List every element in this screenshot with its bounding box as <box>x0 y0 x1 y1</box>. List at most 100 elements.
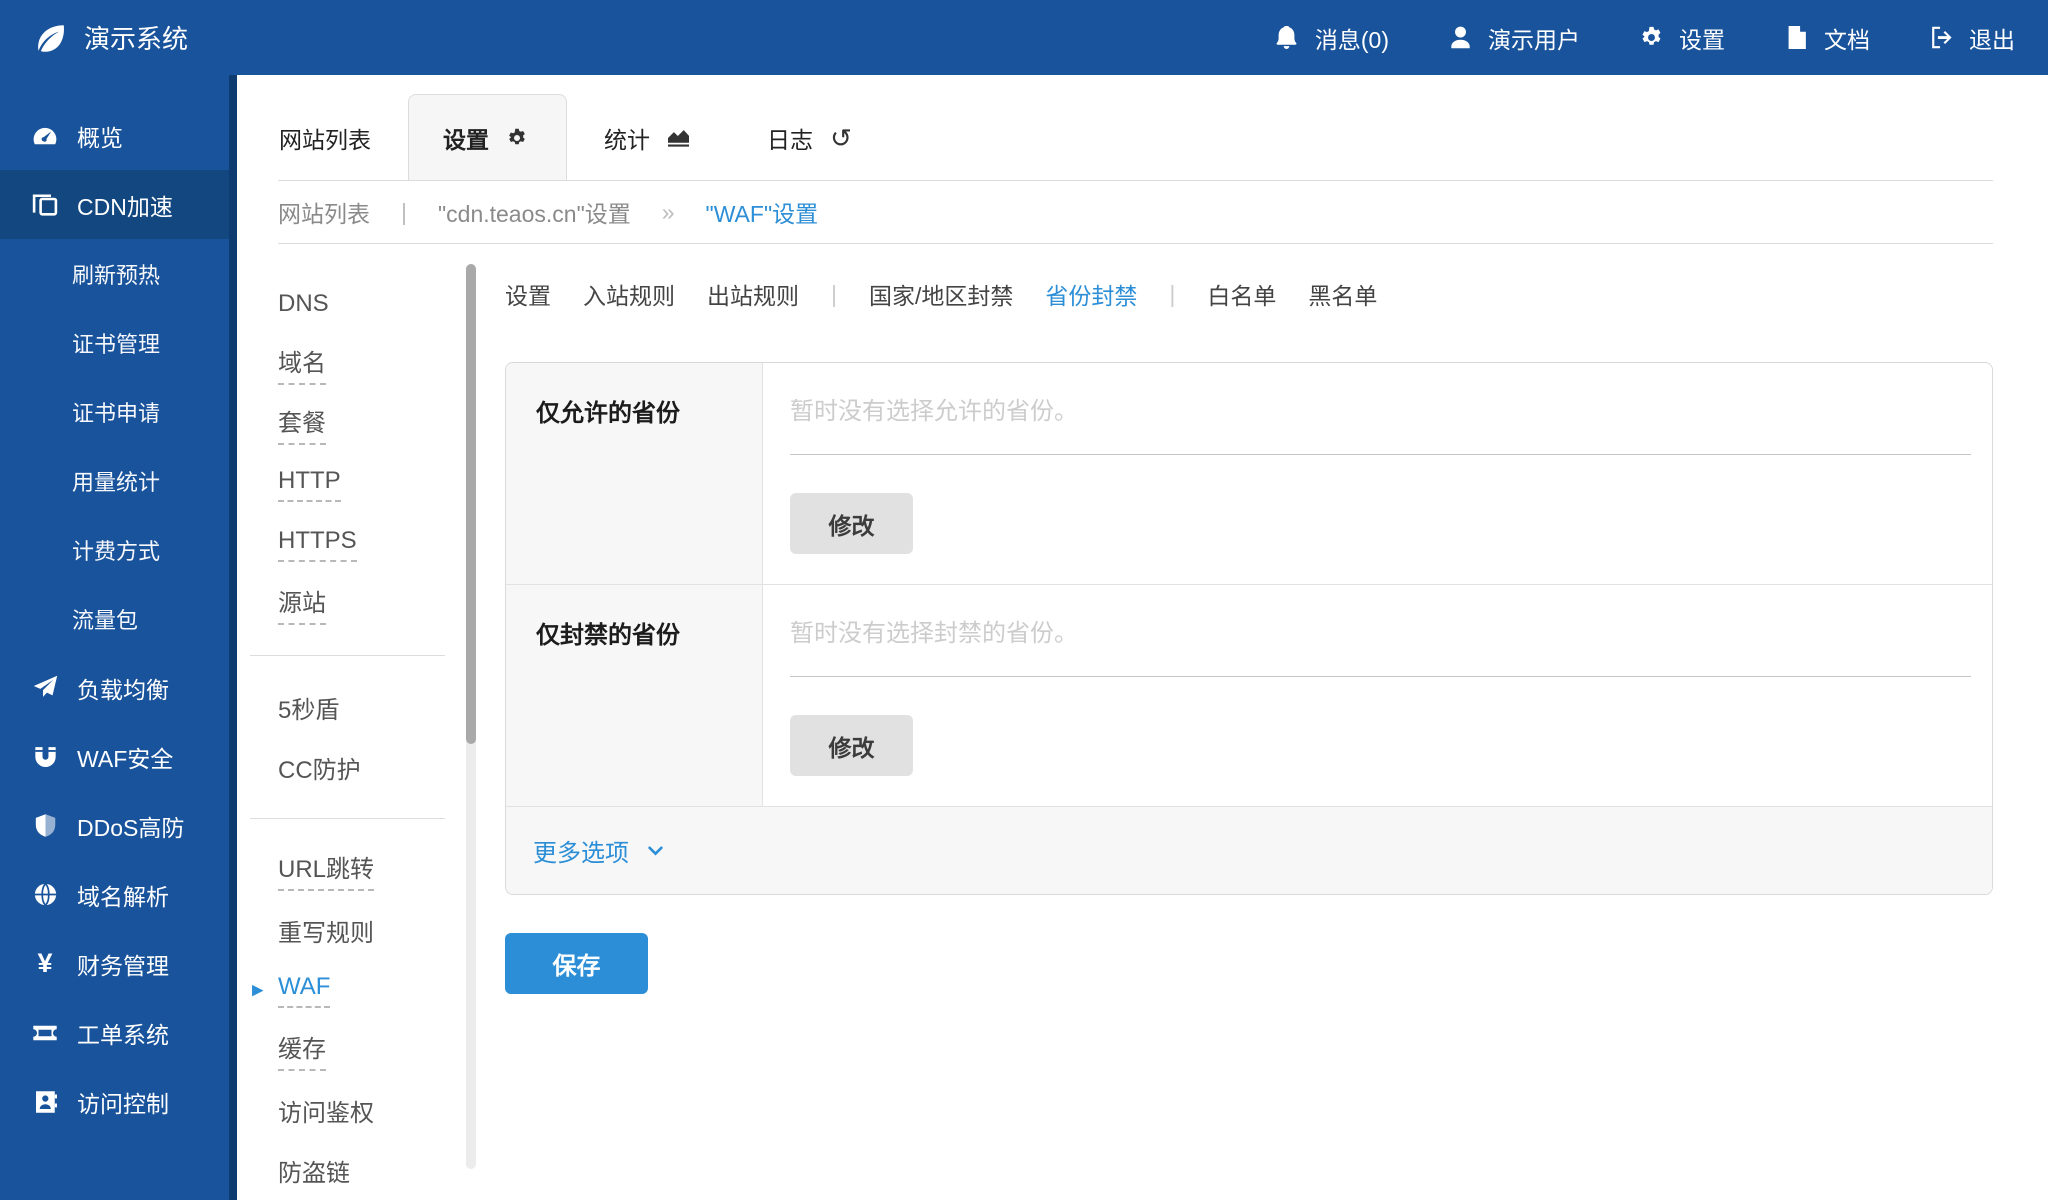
breadcrumb-waf-settings[interactable]: "WAF"设置 <box>706 195 819 229</box>
field-label: 仅允许的省份 <box>506 363 763 584</box>
document-icon <box>1781 26 1811 49</box>
chart-icon <box>663 128 693 149</box>
sidebar-item-overview[interactable]: 概览 <box>0 101 229 170</box>
sidebar-item-label: 负载均衡 <box>77 671 169 705</box>
waftab-whitelist[interactable]: 白名单 <box>1207 277 1276 311</box>
chevron-down-icon <box>640 846 670 856</box>
id-card-icon <box>30 1090 60 1114</box>
topbar-messages[interactable]: 消息(0) <box>1244 21 1417 55</box>
brand-title: 演示系统 <box>84 19 188 56</box>
subnav-item-hotlink-protection[interactable]: 防盗链 <box>250 1140 478 1200</box>
waftab-settings[interactable]: 设置 <box>505 277 551 311</box>
sidebar-item-waf-security[interactable]: WAF安全 <box>0 722 229 791</box>
subnav-item-rewrite-rules[interactable]: 重写规则 <box>250 900 478 960</box>
sidebar-item-finance[interactable]: ¥ 财务管理 <box>0 929 229 998</box>
waftab-province-block[interactable]: 省份封禁 <box>1045 277 1137 311</box>
subnav-item-https[interactable]: HTTPS <box>250 514 478 574</box>
breadcrumb-website-list[interactable]: 网站列表 <box>278 195 370 229</box>
subnav-item-cc-protection[interactable]: CC防护 <box>250 737 478 797</box>
tab-statistics[interactable]: 统计 <box>567 96 730 180</box>
settings-subnav: DNS 域名 套餐 HTTP HTTPS 源站 <box>250 264 478 1200</box>
waf-tab-bar: 设置 入站规则 出站规则 | 国家/地区封禁 省份封禁 | 白名单 黑名单 <box>505 264 1993 324</box>
sidebar-item-ddos[interactable]: DDoS高防 <box>0 791 229 860</box>
waftab-blacklist[interactable]: 黑名单 <box>1308 277 1377 311</box>
breadcrumb-site-settings[interactable]: "cdn.teaos.cn"设置 <box>438 195 631 229</box>
subnav-scrollbar-thumb[interactable] <box>466 264 476 744</box>
sidebar-item-label: 财务管理 <box>77 947 169 981</box>
subnav-item-dns[interactable]: DNS <box>250 274 478 334</box>
waftab-country-block[interactable]: 国家/地区封禁 <box>869 277 1013 311</box>
subnav-item-label: 访问鉴权 <box>278 1093 374 1128</box>
caret-right-icon: ▶ <box>252 980 264 998</box>
dashboard-icon <box>30 123 60 149</box>
subnav-item-label: 域名 <box>278 343 326 385</box>
sidebar-item-cert-management[interactable]: 证书管理 <box>0 308 229 377</box>
subnav-item-plan[interactable]: 套餐 <box>250 394 478 454</box>
tab-settings[interactable]: 设置 <box>408 94 567 180</box>
topbar-docs[interactable]: 文档 <box>1753 21 1898 55</box>
sidebar-item-tickets[interactable]: 工单系统 <box>0 998 229 1067</box>
form-row-blocked-provinces: 仅封禁的省份 暂时没有选择封禁的省份。 修改 <box>506 585 1992 807</box>
subnav-item-cache[interactable]: 缓存 <box>250 1020 478 1080</box>
gear-icon <box>502 128 532 148</box>
topbar-settings[interactable]: 设置 <box>1608 21 1753 55</box>
sidebar-item-load-balancer[interactable]: 负载均衡 <box>0 653 229 722</box>
field-area: 暂时没有选择封禁的省份。 修改 <box>763 585 1992 806</box>
subnav-item-label: URL跳转 <box>278 849 374 891</box>
waftab-inbound-rules[interactable]: 入站规则 <box>583 277 675 311</box>
tab-bar: 网站列表 设置 统计 日志 ↺ <box>278 75 1993 181</box>
brand[interactable]: 演示系统 <box>36 19 188 56</box>
panel-footer: 更多选项 <box>506 807 1992 894</box>
bell-icon <box>1272 26 1302 49</box>
cdn-icon <box>30 192 60 218</box>
topbar-messages-label: 消息(0) <box>1315 21 1389 55</box>
yen-icon: ¥ <box>30 950 60 977</box>
subnav-item-waf[interactable]: ▶ WAF <box>250 960 478 1020</box>
globe-icon <box>30 882 60 907</box>
field-placeholder: 暂时没有选择允许的省份。 <box>790 391 1971 455</box>
sidebar-item-cdn[interactable]: CDN加速 <box>0 170 229 239</box>
sidebar-item-label: 证书申请 <box>72 396 160 428</box>
tab-label: 网站列表 <box>279 121 371 155</box>
tab-website-list[interactable]: 网站列表 <box>278 96 408 180</box>
subnav-item-domain[interactable]: 域名 <box>250 334 478 394</box>
subnav-item-5s-shield[interactable]: 5秒盾 <box>250 677 478 737</box>
sidebar-item-label: 证书管理 <box>72 327 160 359</box>
tab-label: 日志 <box>767 121 813 155</box>
modify-blocked-provinces-button[interactable]: 修改 <box>790 715 913 776</box>
sidebar-item-refresh-prewarm[interactable]: 刷新预热 <box>0 239 229 308</box>
history-icon: ↺ <box>826 125 856 151</box>
tab-logs[interactable]: 日志 ↺ <box>730 96 893 180</box>
sidebar-item-billing-method[interactable]: 计费方式 <box>0 515 229 584</box>
sidebar-item-cert-apply[interactable]: 证书申请 <box>0 377 229 446</box>
sidebar-item-label: 用量统计 <box>72 465 160 497</box>
modify-allowed-provinces-button[interactable]: 修改 <box>790 493 913 554</box>
more-options-link[interactable]: 更多选项 <box>533 833 670 868</box>
sidebar-item-access-control[interactable]: 访问控制 <box>0 1067 229 1136</box>
subnav-item-label: 5秒盾 <box>278 690 339 725</box>
sidebar-item-label: 刷新预热 <box>72 258 160 290</box>
subnav-item-url-redirect[interactable]: URL跳转 <box>250 840 478 900</box>
subnav-item-label: 源站 <box>278 583 326 625</box>
subnav-divider <box>250 818 445 819</box>
topbar-user[interactable]: 演示用户 <box>1417 21 1608 55</box>
subnav-item-http[interactable]: HTTP <box>250 454 478 514</box>
sidebar-item-label: 概览 <box>77 119 123 153</box>
topbar-logout[interactable]: 退出 <box>1898 21 2015 55</box>
save-button[interactable]: 保存 <box>505 933 648 994</box>
sidebar-item-label: WAF安全 <box>77 740 173 774</box>
sidebar-item-dns-resolution[interactable]: 域名解析 <box>0 860 229 929</box>
main-content: 网站列表 设置 统计 日志 ↺ 网站列表 | "cdn.teao <box>237 75 2048 1200</box>
sidebar-item-usage-stats[interactable]: 用量统计 <box>0 446 229 515</box>
subnav-item-access-auth[interactable]: 访问鉴权 <box>250 1080 478 1140</box>
waftab-outbound-rules[interactable]: 出站规则 <box>707 277 799 311</box>
subnav-item-origin[interactable]: 源站 <box>250 574 478 634</box>
sidebar-item-label: DDoS高防 <box>77 809 184 843</box>
sidebar-item-label: CDN加速 <box>77 188 173 222</box>
sidebar-item-traffic-package[interactable]: 流量包 <box>0 584 229 653</box>
logout-icon <box>1926 26 1956 49</box>
sidebar-item-label: 流量包 <box>72 603 138 635</box>
province-block-panel: 仅允许的省份 暂时没有选择允许的省份。 修改 仅封禁的省份 暂时没有选择封禁的省… <box>505 362 1993 895</box>
tab-label: 设置 <box>443 121 489 155</box>
subnav-scrollbar-track[interactable] <box>466 264 476 1169</box>
